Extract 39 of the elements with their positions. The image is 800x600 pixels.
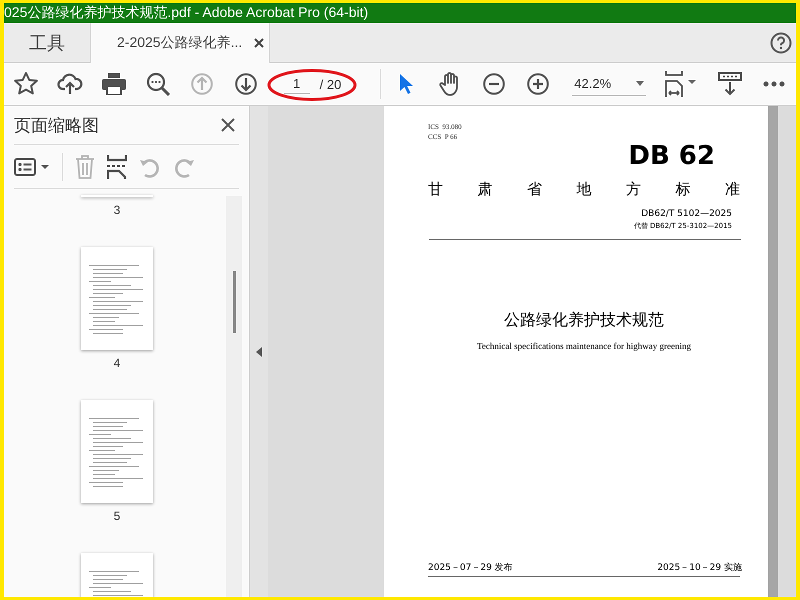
standard-logo: DB 62 bbox=[628, 142, 715, 170]
standard-number: DB62/T 5102—2025 bbox=[641, 209, 732, 219]
scrollbar[interactable] bbox=[768, 106, 778, 597]
search-icon[interactable] bbox=[146, 72, 170, 96]
panel-title: 页面缩略图 bbox=[14, 114, 99, 136]
cloud-upload-icon[interactable] bbox=[56, 72, 83, 96]
effective-date: 2025－10－29 实施 bbox=[657, 562, 742, 574]
help-icon[interactable] bbox=[770, 32, 792, 54]
zoom-out-icon[interactable] bbox=[483, 73, 506, 95]
window-title: 025公路绿化养护技术规范.pdf - Adobe Acrobat Pro (64-bit) bbox=[4, 4, 368, 22]
view-options-icon[interactable] bbox=[14, 158, 50, 176]
pointer-icon[interactable] bbox=[399, 73, 414, 95]
close-icon[interactable] bbox=[221, 118, 235, 132]
page-number-label: 3 bbox=[114, 203, 120, 217]
star-icon[interactable] bbox=[12, 71, 39, 97]
page-number-label: 5 bbox=[114, 509, 120, 523]
zoom-field[interactable]: 42.2% bbox=[572, 72, 646, 96]
scroll-mode-icon[interactable] bbox=[718, 72, 742, 96]
document-title: 公路绿化养护技术规范 bbox=[504, 310, 664, 331]
tab-label[interactable]: 2-2025公路绿化养... bbox=[117, 34, 242, 52]
more-icon[interactable] bbox=[763, 81, 785, 87]
document-tab[interactable]: 2-2025公路绿化养... bbox=[90, 23, 270, 63]
page-thumbnail[interactable] bbox=[81, 247, 153, 350]
standard-category: 甘肃省地方标准 bbox=[428, 180, 740, 199]
close-icon[interactable] bbox=[254, 38, 264, 48]
page-total: / 20 bbox=[320, 76, 342, 92]
document-subtitle: Technical specifications maintenance for highway greening bbox=[476, 341, 692, 351]
scrollbar-thumb[interactable] bbox=[232, 271, 236, 333]
page-thumbnail[interactable] bbox=[81, 553, 153, 597]
zoom-in-icon[interactable] bbox=[527, 73, 550, 95]
collapse-arrow-icon[interactable] bbox=[256, 346, 262, 356]
page-number-field[interactable]: 1 / 20 bbox=[284, 74, 364, 94]
page-thumbnail[interactable] bbox=[81, 400, 153, 503]
issue-date: 2025－07－29 发布 bbox=[428, 562, 513, 574]
page-number[interactable]: 1 bbox=[284, 74, 310, 94]
caret-icon[interactable] bbox=[636, 81, 644, 86]
insert-page-icon[interactable] bbox=[107, 154, 127, 178]
print-icon[interactable] bbox=[102, 73, 126, 95]
page-number-label: 4 bbox=[114, 356, 120, 370]
